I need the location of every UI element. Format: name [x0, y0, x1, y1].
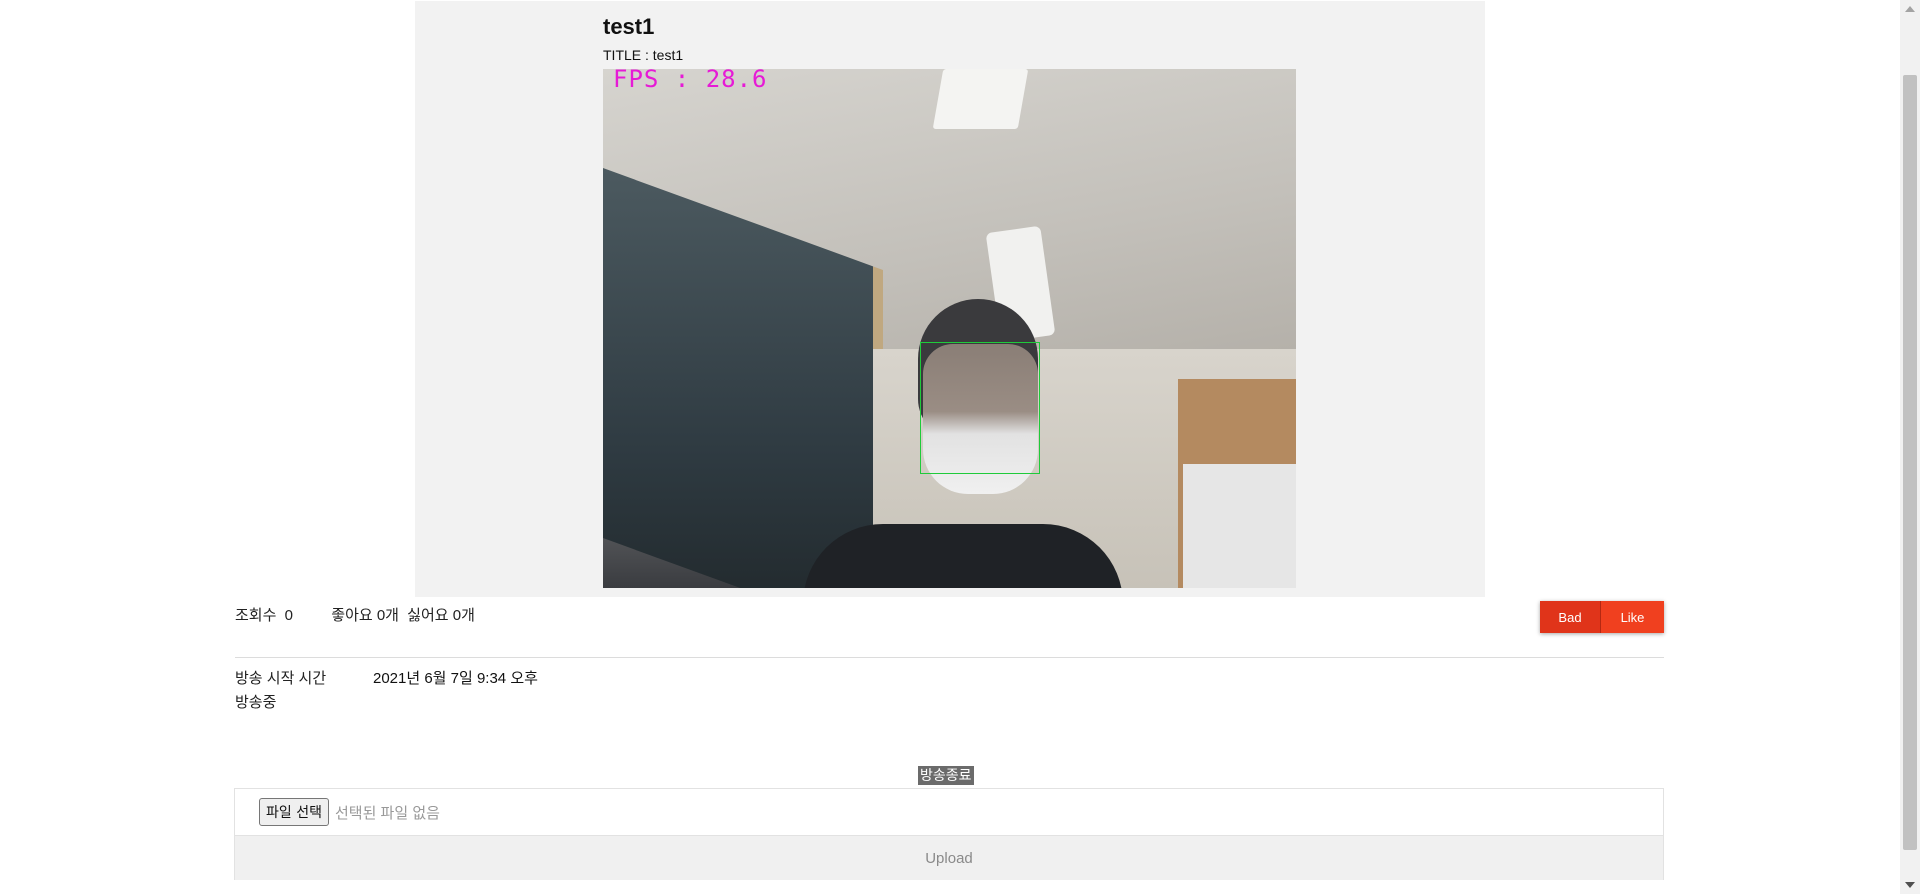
reaction-buttons: Bad Like	[1540, 601, 1664, 633]
file-input-row: 파일 선택 선택된 파일 없음	[235, 789, 1663, 835]
bad-button[interactable]: Bad	[1540, 601, 1601, 633]
fps-overlay: FPS : 28.6	[613, 69, 768, 93]
face-detection-box	[920, 342, 1040, 474]
broadcast-status: 방송중	[235, 694, 277, 711]
video-fridge	[1183, 464, 1296, 588]
video-person-body	[803, 524, 1123, 588]
scroll-down-icon[interactable]	[1905, 882, 1915, 888]
end-broadcast-button[interactable]: 방송종료	[918, 766, 974, 785]
likes-count: 좋아요 0개	[331, 607, 399, 624]
scrollbar-thumb[interactable]	[1903, 75, 1917, 850]
live-video[interactable]: FPS : 28.6	[603, 69, 1296, 588]
dislikes-count: 싫어요 0개	[407, 607, 475, 624]
stream-name: test1	[603, 14, 655, 39]
upload-button[interactable]: Upload	[235, 835, 1663, 880]
scroll-up-icon[interactable]	[1905, 6, 1915, 12]
stream-title: TITLE : test1	[603, 47, 684, 63]
vertical-scrollbar[interactable]	[1900, 0, 1920, 894]
page: test1 TITLE : test1 FPS : 28.6 조회수 0 좋아요…	[0, 0, 1920, 894]
start-time-label: 방송 시작 시간	[235, 670, 327, 687]
stream-stats: 조회수 0 좋아요 0개 싫어요 0개	[235, 604, 479, 625]
upload-form: 파일 선택 선택된 파일 없음 Upload	[234, 788, 1664, 880]
video-ceiling-light	[932, 69, 1029, 129]
like-button[interactable]: Like	[1601, 601, 1664, 633]
choose-file-button[interactable]: 파일 선택	[259, 798, 329, 826]
start-time-value: 2021년 6월 7일 9:34 오후	[373, 670, 538, 687]
views-label: 조회수	[235, 607, 277, 624]
views-count: 0	[284, 607, 293, 624]
divider	[235, 657, 1664, 658]
no-file-text: 선택된 파일 없음	[334, 804, 440, 822]
